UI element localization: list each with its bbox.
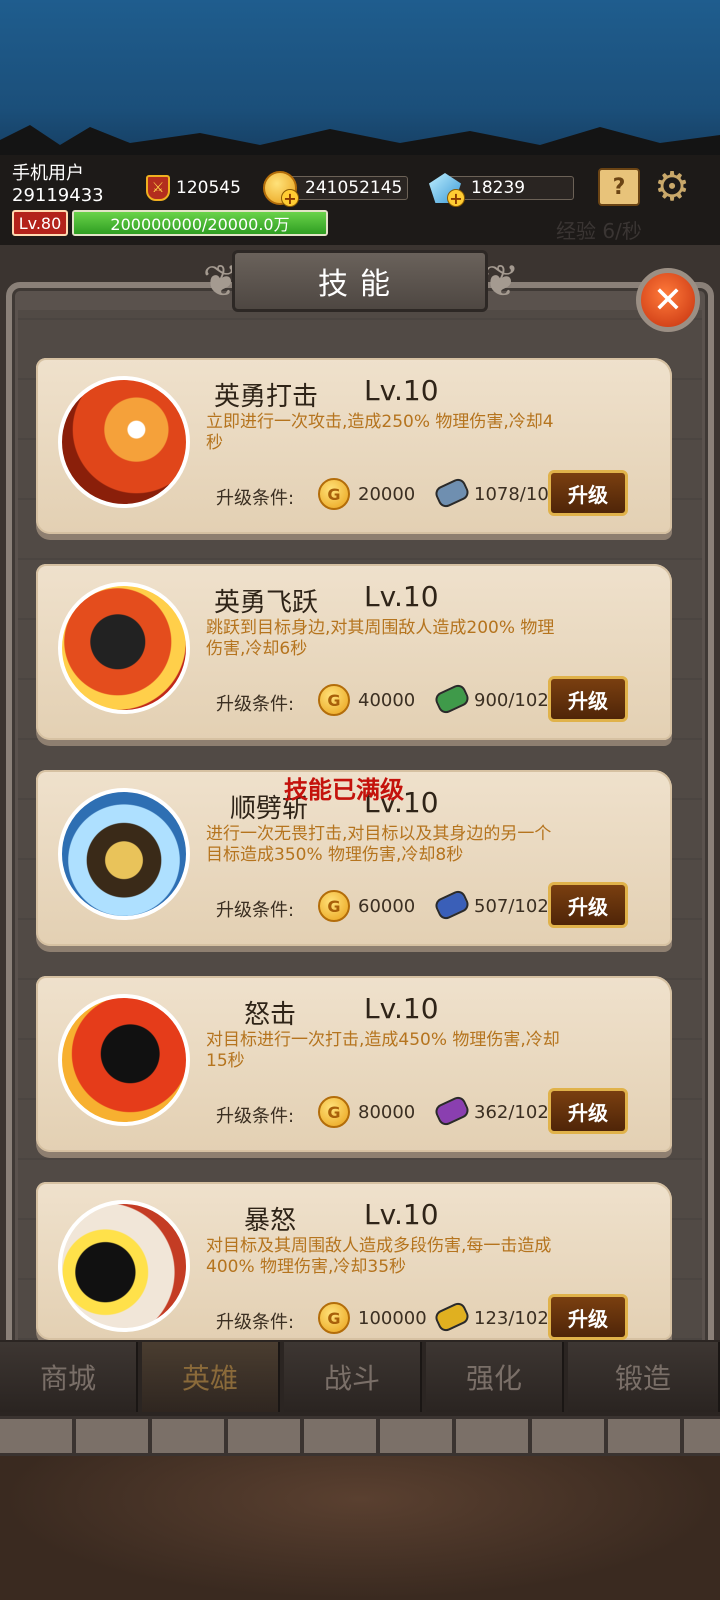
skill-scroll-icon: [432, 682, 472, 716]
skill-level: Lv.10: [364, 580, 439, 613]
gear-icon: ⚙: [654, 164, 690, 210]
gold-box: + 241052145: [263, 171, 408, 208]
upgrade-button[interactable]: 升级: [548, 676, 628, 722]
exp-text: 200000000/20000.0万: [110, 215, 290, 234]
skill-portrait: [58, 582, 190, 714]
gold-coin-icon: G: [318, 684, 350, 716]
skill-name: 怒击: [244, 1000, 297, 1030]
gold-value: 241052145: [305, 178, 403, 198]
upgrade-button[interactable]: 升级: [548, 1294, 628, 1340]
nav-shop[interactable]: 商城: [0, 1342, 138, 1412]
skill-card: 暴怒 Lv.10 对目标及其周围敌人造成多段伤害,每一击造成 400% 物理伤害…: [36, 1182, 672, 1340]
skill-name: 暴怒: [244, 1206, 297, 1236]
nav-enhance[interactable]: 强化: [426, 1342, 564, 1412]
gold-cost: 20000: [358, 484, 416, 505]
upgrade-condition-label: 升级条件:: [216, 1312, 295, 1333]
gold-coin-icon: G: [318, 890, 350, 922]
gold-cost: 100000: [358, 1308, 427, 1329]
user-name: 手机用户: [12, 163, 84, 184]
top-banner: [0, 0, 720, 155]
skill-description: 立即进行一次攻击,造成250% 物理伤害,冷却4秒: [206, 412, 554, 453]
upgrade-condition-label: 升级条件:: [216, 1106, 295, 1127]
skill-portrait: [58, 376, 190, 508]
add-gold-icon[interactable]: +: [281, 189, 299, 208]
exp-bar: 200000000/20000.0万: [72, 210, 328, 236]
floor-decoration: [0, 1456, 720, 1600]
upgrade-button[interactable]: 升级: [548, 470, 628, 516]
upgrade-condition-label: 升级条件:: [216, 900, 295, 921]
skill-level: Lv.10: [364, 374, 439, 407]
skill-card: 英勇打击 Lv.10 立即进行一次攻击,造成250% 物理伤害,冷却4秒 升级条…: [36, 358, 672, 534]
upgrade-condition-label: 升级条件:: [216, 488, 295, 509]
gold-cost: 60000: [358, 896, 416, 917]
upgrade-button[interactable]: 升级: [548, 882, 628, 928]
skill-description: 进行一次无畏打击,对目标以及其身边的另一个目标造成350% 物理伤害,冷却8秒: [206, 824, 552, 865]
skill-maxed-toast: 技能已满级: [284, 776, 404, 804]
skill-scroll-icon: [432, 888, 472, 922]
skill-description: 对目标及其周围敌人造成多段伤害,每一击造成 400% 物理伤害,冷却35秒: [206, 1236, 552, 1277]
skill-card: 英勇飞跃 Lv.10 跳跃到目标身边,对其周围敌人造成200% 物理伤害,冷却6…: [36, 564, 672, 740]
upgrade-condition-label: 升级条件:: [216, 694, 295, 715]
nav-battle[interactable]: 战斗: [284, 1342, 422, 1412]
skill-name: 英勇打击: [214, 382, 319, 412]
gold-cost: 40000: [358, 690, 416, 711]
close-button[interactable]: ✕: [636, 268, 700, 332]
skill-portrait: [58, 788, 190, 920]
panel-title: 技能: [232, 250, 488, 312]
skill-level: Lv.10: [364, 992, 439, 1025]
skill-name: 英勇飞跃: [214, 588, 319, 618]
user-id: 29119433: [12, 185, 104, 206]
skill-description: 对目标进行一次打击,造成450% 物理伤害,冷却15秒: [206, 1030, 560, 1071]
gem-value: 18239: [471, 178, 526, 198]
skill-scroll-icon: [432, 1300, 472, 1334]
upgrade-button[interactable]: 升级: [548, 1088, 628, 1134]
settings-button[interactable]: ⚙: [650, 164, 694, 210]
skill-scroll-icon: [432, 1094, 472, 1128]
quest-book-button[interactable]: ?: [598, 168, 640, 206]
nav-forge[interactable]: 锻造: [568, 1342, 720, 1412]
gold-coin-icon: G: [318, 1302, 350, 1334]
add-gem-icon[interactable]: +: [447, 189, 465, 208]
power-value: 120545: [176, 178, 241, 198]
power-stat: ⚔ 120545: [146, 174, 241, 202]
gem-stat[interactable]: + 18239: [429, 173, 574, 208]
skill-card: 怒击 Lv.10 对目标进行一次打击,造成450% 物理伤害,冷却15秒 升级条…: [36, 976, 672, 1152]
gold-coin-icon: G: [318, 1096, 350, 1128]
skill-portrait: [58, 994, 190, 1126]
skill-description: 跳跃到目标身边,对其周围敌人造成200% 物理伤害,冷却6秒: [206, 618, 555, 659]
gold-stat[interactable]: + 241052145: [263, 171, 408, 208]
gem-box: + 18239: [429, 173, 574, 208]
gold-cost: 80000: [358, 1102, 416, 1123]
banner-crack-decoration: [0, 125, 720, 155]
exp-rate-text: 经验 6/秒: [556, 219, 642, 243]
book-icon: ?: [612, 174, 626, 200]
sword-shield-icon: ⚔: [146, 175, 170, 201]
brick-wall-decoration: [0, 1416, 720, 1456]
skill-scroll-icon: [432, 476, 472, 510]
skill-level: Lv.10: [364, 1198, 439, 1231]
skill-portrait: [58, 1200, 190, 1332]
player-level-badge: Lv.80: [12, 210, 68, 236]
nav-hero[interactable]: 英雄: [142, 1342, 280, 1412]
gold-coin-icon: G: [318, 478, 350, 510]
close-icon: ✕: [652, 279, 684, 321]
